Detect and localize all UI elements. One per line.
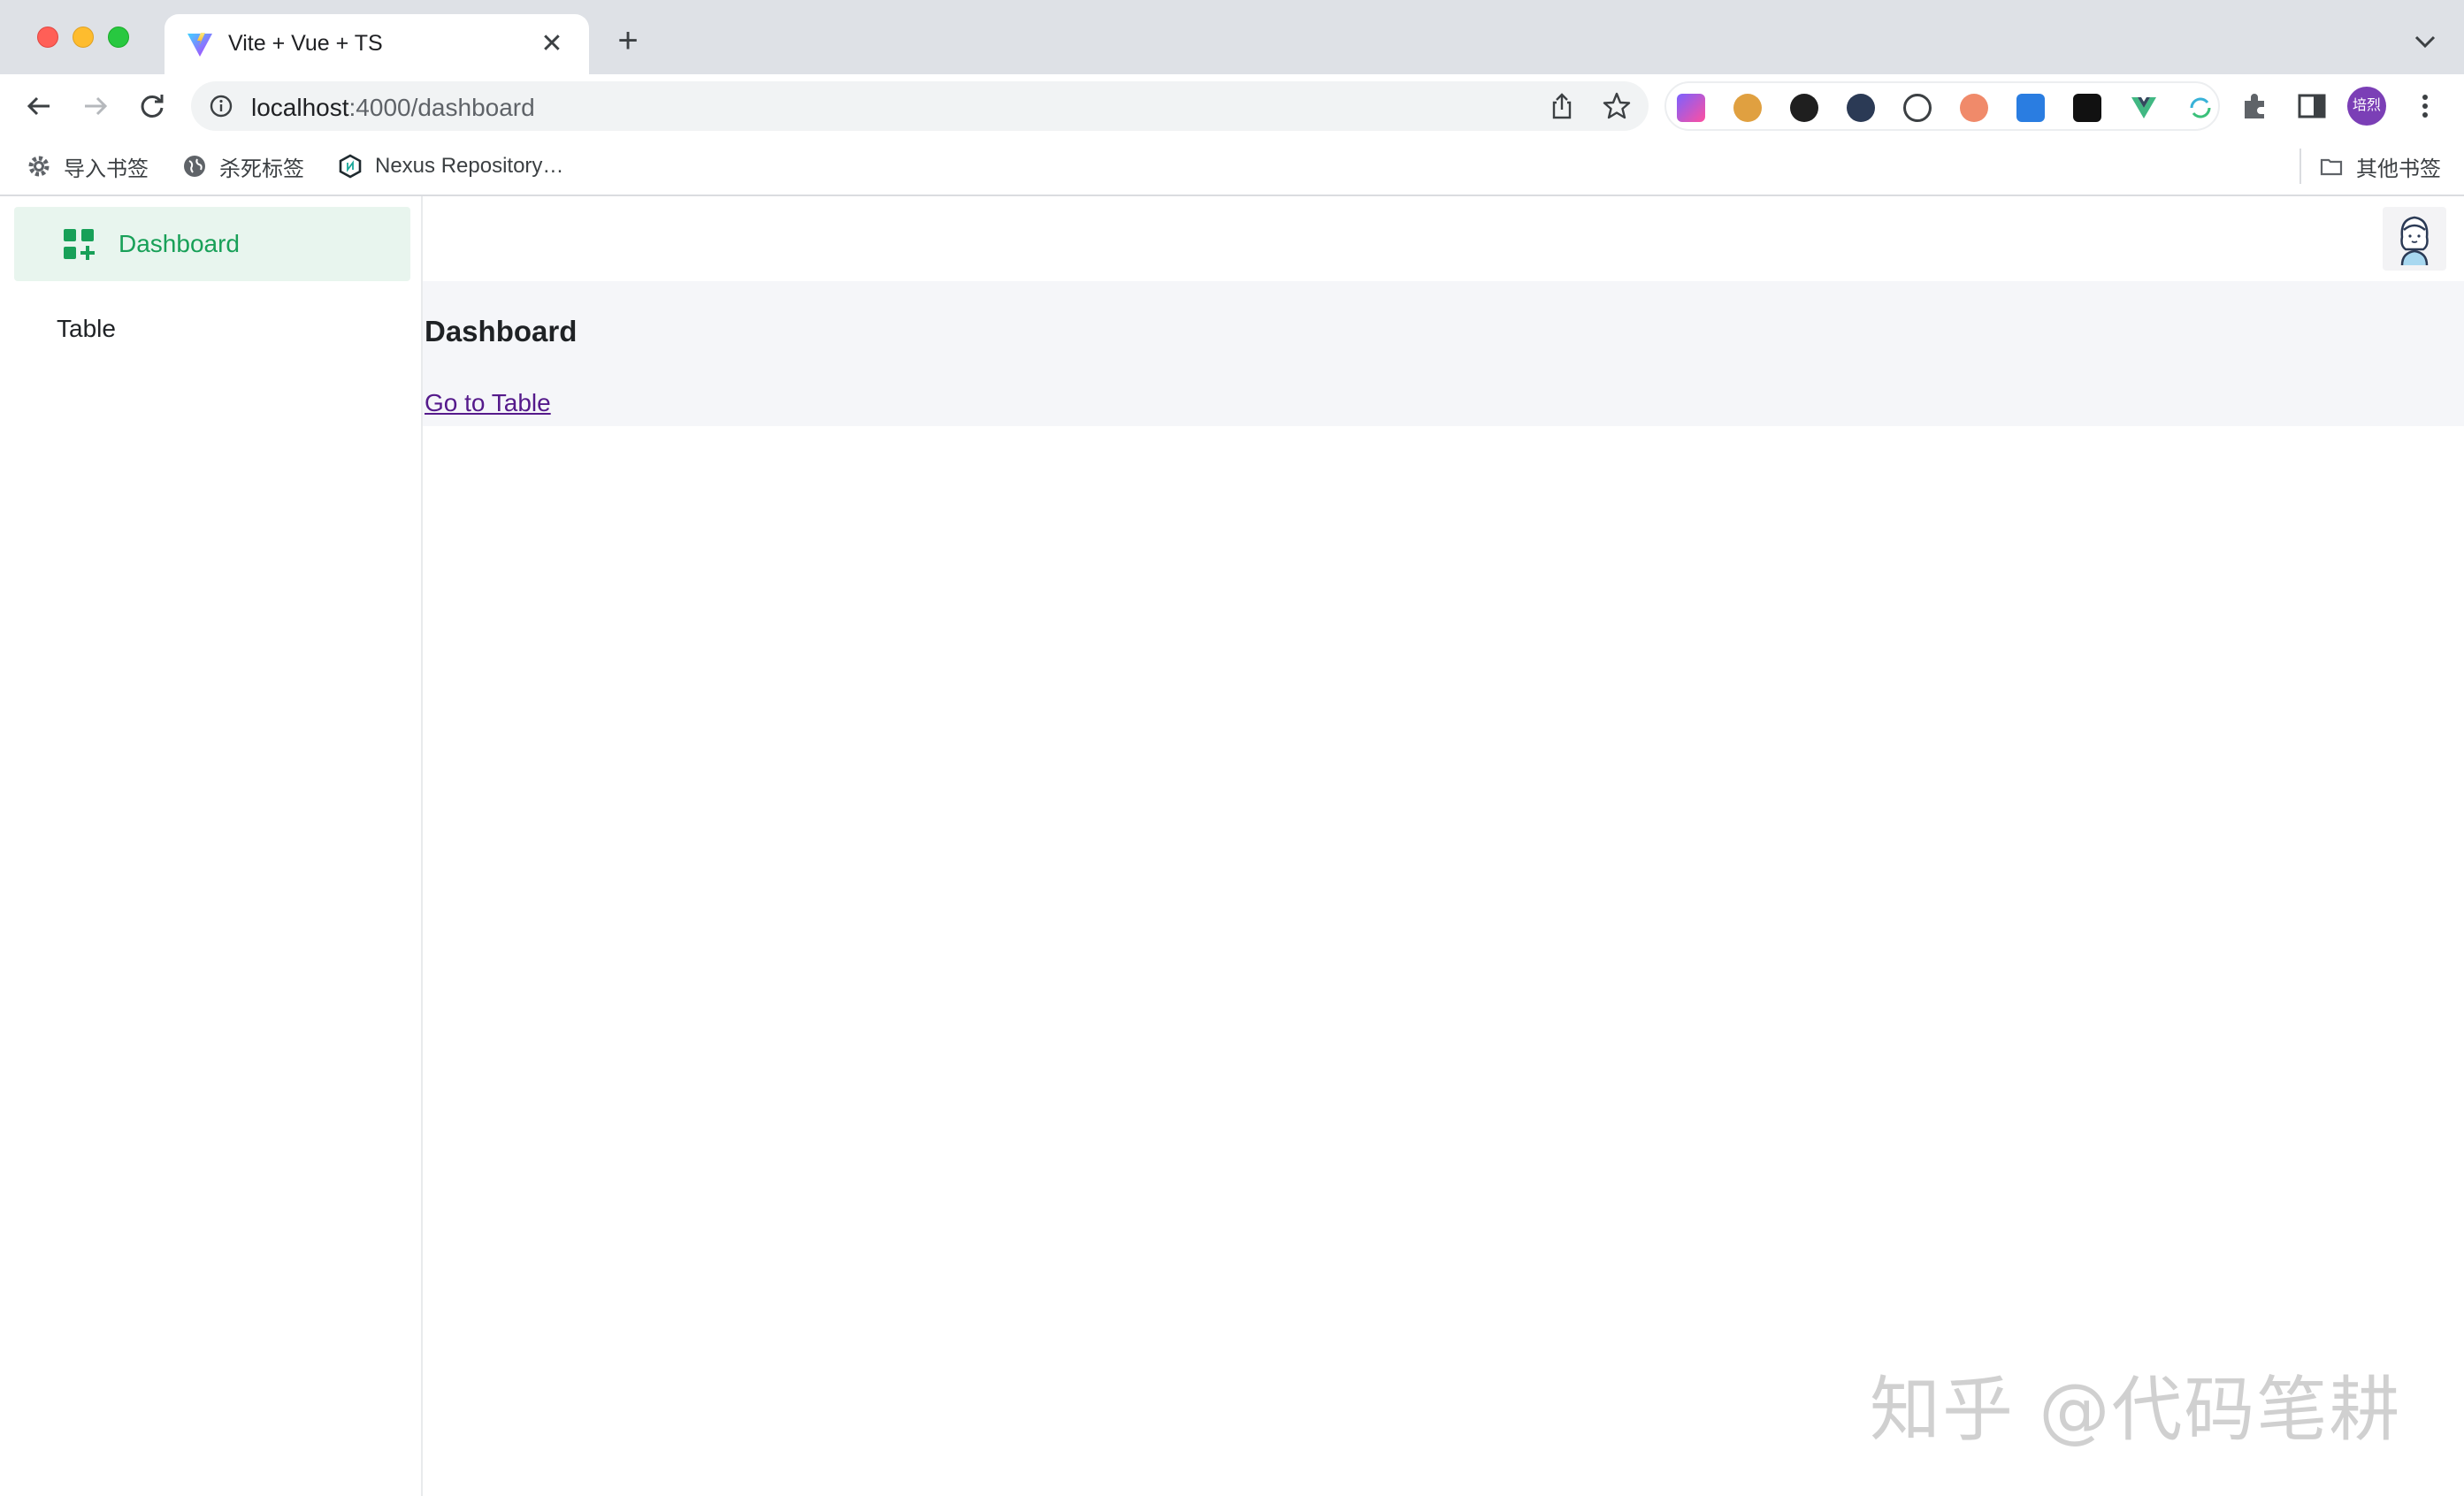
browser-tab[interactable]: Vite + Vue + TS ✕ <box>165 14 589 74</box>
tab-close-icon[interactable]: ✕ <box>534 27 570 62</box>
avatar[interactable] <box>2383 207 2446 271</box>
bookmark-separator <box>2299 149 2301 184</box>
bookmark-label: 其他书签 <box>2356 156 2441 181</box>
page-title: Dashboard <box>425 315 578 347</box>
share-icon[interactable] <box>1546 90 1578 122</box>
url-path: :4000/dashboard <box>348 94 535 121</box>
vite-icon <box>187 33 212 57</box>
star-icon[interactable] <box>1601 90 1633 122</box>
cookie-icon[interactable] <box>1733 94 1762 122</box>
bookmark-label: Nexus Repository… <box>375 154 564 178</box>
extension-dark-icon[interactable] <box>1790 94 1818 122</box>
url-host: localhost <box>251 94 349 121</box>
info-icon[interactable] <box>209 94 233 118</box>
header <box>423 196 2464 281</box>
nexus-icon <box>339 154 362 179</box>
close-window-button[interactable] <box>37 27 58 48</box>
extensions-group <box>1664 81 2220 131</box>
reload-icon[interactable] <box>133 87 172 126</box>
main-content: Dashboard Go to Table <box>423 281 2464 426</box>
minimize-window-button[interactable] <box>73 27 94 48</box>
sidebar-item-label: Dashboard <box>119 230 240 257</box>
chevron-down-icon[interactable] <box>2409 28 2441 55</box>
bookmark-other[interactable]: 其他书签 <box>2319 149 2441 184</box>
zoom-window-button[interactable] <box>108 27 129 48</box>
extension-icon[interactable] <box>1677 94 1705 122</box>
forward-icon[interactable] <box>76 87 115 126</box>
tab-strip: Vite + Vue + TS ✕ + <box>0 0 2464 74</box>
address-bar[interactable]: localhost:4000/dashboard <box>191 81 1649 131</box>
dashboard-icon <box>64 229 95 260</box>
sidebar-item-dashboard[interactable]: Dashboard <box>14 207 410 281</box>
bookmark-import[interactable]: 导入书签 <box>27 149 149 184</box>
browser-toolbar: localhost:4000/dashboard 培烈 <box>0 74 2464 138</box>
more-menu-icon[interactable] <box>2407 88 2443 124</box>
sidebar-item-label: Table <box>57 315 116 342</box>
back-icon[interactable] <box>19 87 58 126</box>
sidebar-item-table[interactable]: Table <box>14 292 410 366</box>
sidebar: Dashboard Table <box>0 196 423 1496</box>
side-panel-icon[interactable] <box>2294 88 2330 124</box>
profile-avatar[interactable]: 培烈 <box>2347 87 2386 126</box>
url-text[interactable]: localhost:4000/dashboard <box>251 94 535 122</box>
new-tab-button[interactable]: + <box>610 23 646 60</box>
bookmark-nexus[interactable]: Nexus Repository… <box>338 149 563 184</box>
go-to-table-link[interactable]: Go to Table <box>425 389 551 417</box>
vue-devtools-icon[interactable] <box>2130 94 2158 122</box>
bookmark-label: 杀死标签 <box>219 156 304 181</box>
extension-tree-icon[interactable] <box>1960 94 1988 122</box>
bookmark-kill-tabs[interactable]: 杀死标签 <box>182 149 304 184</box>
extension-mask-icon[interactable] <box>2073 94 2101 122</box>
globe-icon <box>184 156 205 177</box>
bookmarks-bar: 导入书签 杀死标签 Nexus Repository… 其他书签 <box>0 138 2464 196</box>
gear-icon <box>28 156 50 177</box>
watermark: 知乎 @代码笔耕 <box>1870 1369 2402 1451</box>
bookmark-label: 导入书签 <box>64 156 149 181</box>
puzzle-icon[interactable] <box>2238 88 2273 124</box>
tab-title: Vite + Vue + TS <box>228 31 383 56</box>
page-viewport: Dashboard Table Dashboard Go to Table 知乎… <box>0 196 2464 1496</box>
extension-v-icon[interactable] <box>2016 94 2045 122</box>
extension-e-icon[interactable] <box>1847 94 1875 122</box>
folder-icon <box>2320 158 2343 176</box>
sync-icon[interactable] <box>2186 94 2215 122</box>
extension-code-icon[interactable] <box>1903 94 1932 122</box>
